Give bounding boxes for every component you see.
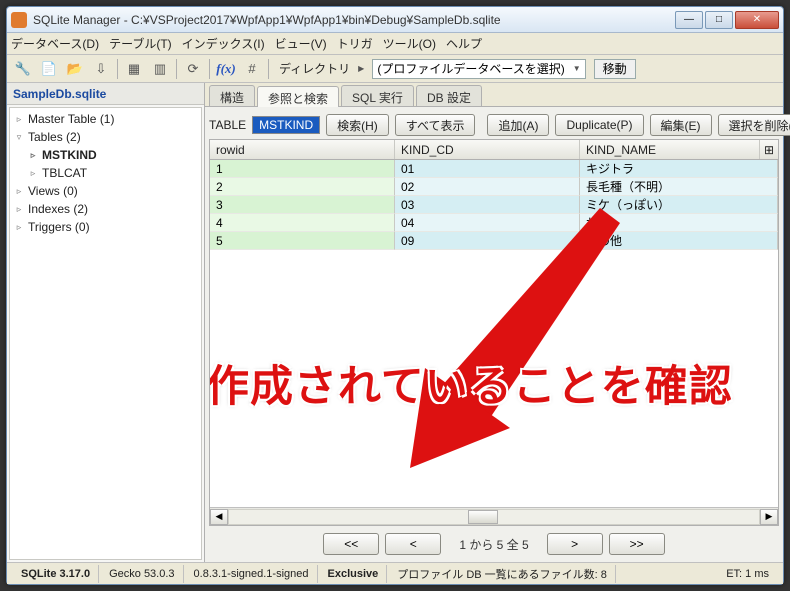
menu-database[interactable]: データベース(D) (11, 35, 99, 52)
status-ext: 0.8.3.1-signed.1-signed (186, 565, 318, 583)
tab-structure[interactable]: 構造 (209, 85, 255, 106)
showall-button[interactable]: すべて表示 (395, 114, 476, 136)
table-row[interactable]: 1 01 キジトラ (210, 160, 778, 178)
pager-last[interactable]: >> (609, 533, 665, 555)
menu-trigger[interactable]: トリガ (337, 35, 373, 52)
tab-browse[interactable]: 参照と検索 (257, 86, 339, 107)
tb-fx-icon[interactable]: f(x) (214, 58, 238, 80)
search-button[interactable]: 検索(H) (326, 114, 389, 136)
sidebar: SampleDb.sqlite ▹Master Table (1) ▿Table… (7, 83, 205, 562)
sidebar-title: SampleDb.sqlite (7, 83, 204, 105)
tree-views[interactable]: ▹Views (0) (10, 182, 201, 200)
tb-grid-icon[interactable]: ▥ (148, 58, 172, 80)
table-label: TABLE (209, 118, 246, 132)
pager-first[interactable]: << (323, 533, 379, 555)
tree-indexes[interactable]: ▹Indexes (2) (10, 200, 201, 218)
status-mode: Exclusive (320, 565, 388, 583)
tree-triggers[interactable]: ▹Triggers (0) (10, 218, 201, 236)
tb-hash-icon[interactable]: # (240, 58, 264, 80)
table-row[interactable]: 2 02 長毛種（不明） (210, 178, 778, 196)
caret-icon[interactable]: ▶ (358, 64, 364, 73)
status-sqlite: SQLite 3.17.0 (13, 565, 99, 583)
grid-header: rowid KIND_CD KIND_NAME ⊞ (210, 140, 778, 160)
tb-wrench-icon[interactable]: 🔧 (11, 58, 35, 80)
grid-body[interactable]: 1 01 キジトラ 2 02 長毛種（不明） 3 03 (210, 160, 778, 507)
tb-dir-label: ディレクトリ (279, 60, 350, 77)
chevron-down-icon: ▼ (573, 64, 581, 73)
menu-table[interactable]: テーブル(T) (109, 35, 172, 52)
status-profile: プロファイル DB 一覧にあるファイル数: 8 (389, 565, 616, 583)
toolbar: 🔧 📄 📂 ⇩ ▦ ▥ ⟳ f(x) # ディレクトリ ▶ (プロファイルデータ… (7, 55, 783, 83)
tree-tables[interactable]: ▿Tables (2) (10, 128, 201, 146)
profile-db-combo[interactable]: (プロファイルデータベースを選択) ▼ (372, 59, 585, 79)
data-grid: rowid KIND_CD KIND_NAME ⊞ 1 01 キジトラ (209, 139, 779, 526)
table-row[interactable]: 3 03 ミケ（っぽい） (210, 196, 778, 214)
close-button[interactable]: ✕ (735, 11, 779, 29)
scroll-right-icon[interactable]: ▶ (760, 509, 778, 525)
window-title: SQLite Manager - C:¥VSProject2017¥WpfApp… (33, 13, 675, 27)
maximize-button[interactable]: □ (705, 11, 733, 29)
main-panel: 構造 参照と検索 SQL 実行 DB 設定 TABLE MSTKIND 検索(H… (205, 83, 783, 562)
col-rowid[interactable]: rowid (210, 140, 395, 159)
menu-view[interactable]: ビュー(V) (275, 35, 327, 52)
tb-new-icon[interactable]: 📄 (37, 58, 61, 80)
tb-newtable-icon[interactable]: ▦ (122, 58, 146, 80)
delete-button[interactable]: 選択を削除(L) (718, 114, 790, 136)
annotation-arrow (250, 208, 620, 507)
menu-tool[interactable]: ツール(O) (383, 35, 436, 52)
table-row[interactable]: 5 09 その他 (210, 232, 778, 250)
tb-refresh-icon[interactable]: ⟳ (181, 58, 205, 80)
menu-index[interactable]: インデックス(I) (182, 35, 265, 52)
pager: << < 1 から 5 全 5 > >> (209, 530, 779, 558)
statusbar: SQLite 3.17.0 Gecko 53.0.3 0.8.3.1-signe… (7, 562, 783, 584)
edit-button[interactable]: 編集(E) (650, 114, 712, 136)
duplicate-button[interactable]: Duplicate(P) (555, 114, 643, 136)
scroll-left-icon[interactable]: ◀ (210, 509, 228, 525)
scroll-thumb[interactable] (468, 510, 498, 524)
table-name[interactable]: MSTKIND (252, 116, 320, 134)
app-icon (11, 12, 27, 28)
tab-dbsettings[interactable]: DB 設定 (416, 85, 482, 106)
h-scrollbar[interactable]: ◀ ▶ (210, 507, 778, 525)
col-kind-cd[interactable]: KIND_CD (395, 140, 580, 159)
tabstrip: 構造 参照と検索 SQL 実行 DB 設定 (205, 83, 783, 107)
app-window: SQLite Manager - C:¥VSProject2017¥WpfApp… (6, 6, 784, 585)
add-button[interactable]: 追加(A) (487, 114, 549, 136)
table-bar: TABLE MSTKIND 検索(H) すべて表示 追加(A) Duplicat… (209, 111, 779, 139)
pager-next[interactable]: > (547, 533, 603, 555)
menubar: データベース(D) テーブル(T) インデックス(I) ビュー(V) トリガ ツ… (7, 33, 783, 55)
tree-table-mstkind[interactable]: ▹MSTKIND (10, 146, 201, 164)
titlebar: SQLite Manager - C:¥VSProject2017¥WpfApp… (7, 7, 783, 33)
tab-execsql[interactable]: SQL 実行 (341, 85, 414, 106)
menu-help[interactable]: ヘルプ (446, 35, 482, 52)
col-kind-name[interactable]: KIND_NAME (580, 140, 760, 159)
pager-text: 1 から 5 全 5 (447, 536, 540, 553)
status-gecko: Gecko 53.0.3 (101, 565, 183, 583)
tree-table-tblcat[interactable]: ▹TBLCAT (10, 164, 201, 182)
tb-import-icon[interactable]: ⇩ (89, 58, 113, 80)
pager-prev[interactable]: < (385, 533, 441, 555)
table-row[interactable]: 4 04 サビ (210, 214, 778, 232)
move-button[interactable]: 移動 (594, 59, 636, 79)
col-picker-icon[interactable]: ⊞ (760, 140, 778, 159)
scroll-track[interactable] (228, 509, 760, 525)
minimize-button[interactable]: — (675, 11, 703, 29)
tb-open-icon[interactable]: 📂 (63, 58, 87, 80)
annotation-text: データが作成されていることを確認 (210, 352, 733, 414)
status-et: ET: 1 ms (718, 565, 777, 583)
tree-master-table[interactable]: ▹Master Table (1) (10, 110, 201, 128)
object-tree[interactable]: ▹Master Table (1) ▿Tables (2) ▹MSTKIND ▹… (9, 107, 202, 560)
